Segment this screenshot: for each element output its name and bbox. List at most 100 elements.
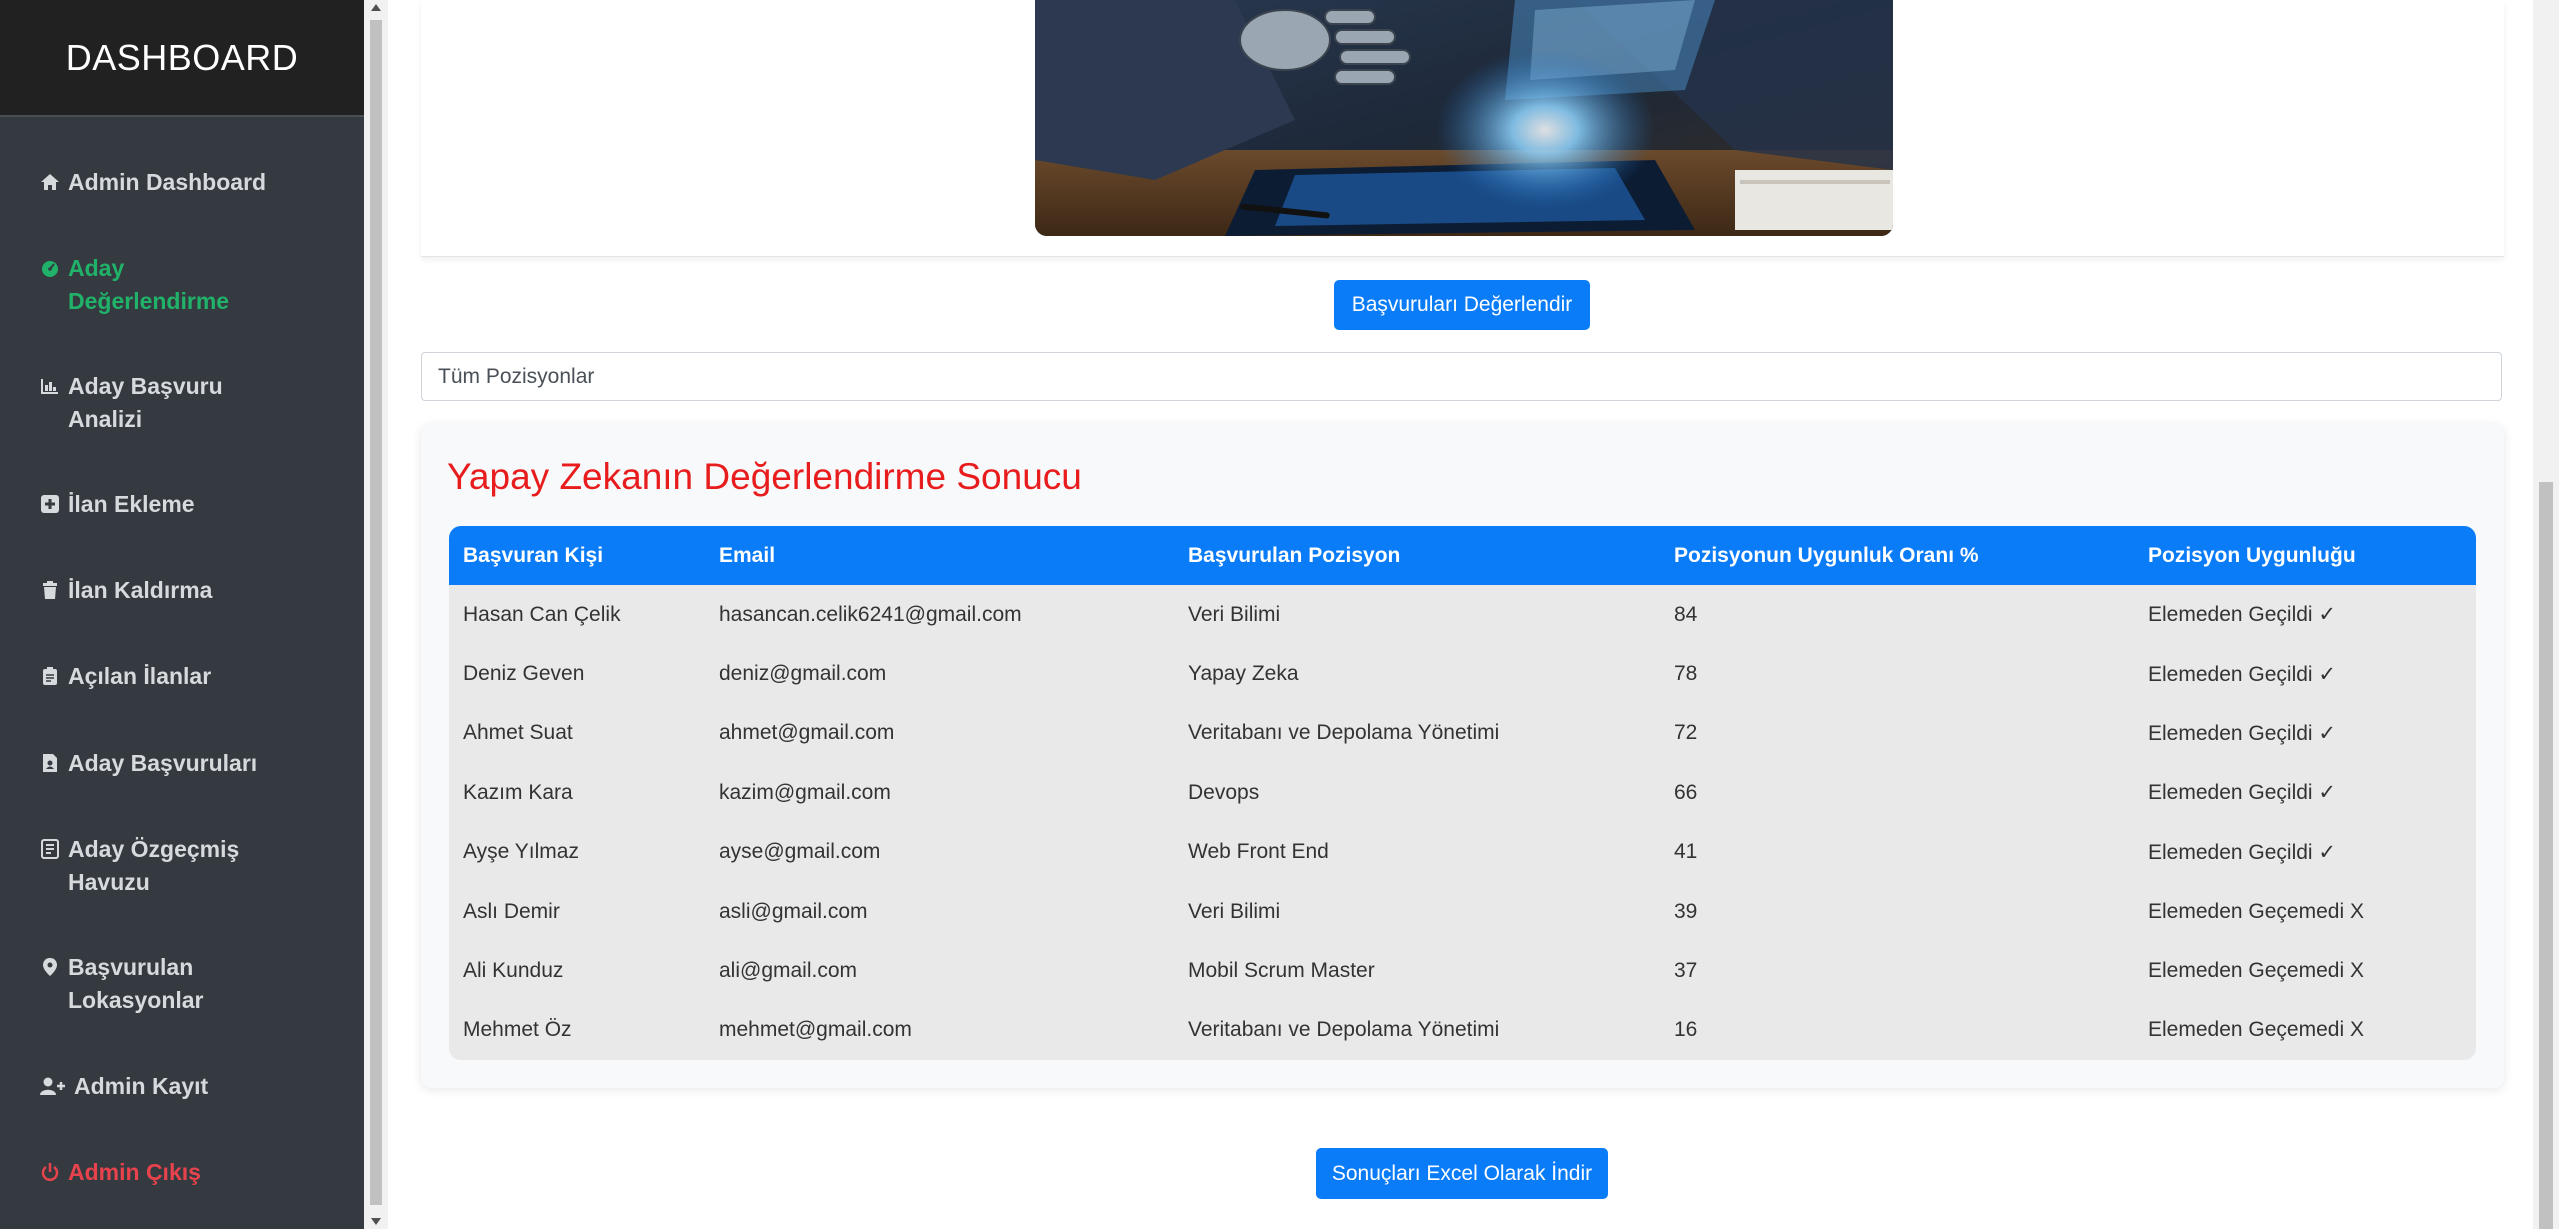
results-card: Yapay Zekanın Değerlendirme Sonucu Başvu… [421, 424, 2504, 1088]
results-title: Yapay Zekanın Değerlendirme Sonucu [447, 456, 1082, 497]
table-header-row: Başvuran Kişi Email Başvurulan Pozisyon … [449, 526, 2476, 585]
sidebar: DASHBOARD Admin Dashboard Aday Değerlend… [0, 0, 364, 1229]
applied-position: Veritabanı ve Depolama Yönetimi [1174, 703, 1660, 764]
sidebar-item-label: Admin Dashboard [68, 169, 267, 195]
fit-score: 66 [1660, 763, 2134, 823]
column-header: Başvurulan Pozisyon [1188, 543, 1401, 567]
applied-position: Yapay Zeka [1174, 644, 1660, 704]
table-row: Ahmet Suat ahmet@gmail.com Veritabanı ve… [449, 703, 2476, 764]
evaluate-applications-button[interactable]: Başvuruları Değerlendir [1334, 280, 1590, 330]
column-header: Pozisyon Uygunluğu [2148, 543, 2356, 567]
sidebar-item-label: Aday Değerlendirme [68, 255, 230, 314]
applicant-name: Mehmet Öz [449, 1000, 705, 1060]
sidebar-item-label: Admin Kayıt [74, 1073, 209, 1099]
applied-position: Veritabanı ve Depolama Yönetimi [1174, 1000, 1660, 1060]
applicant-email: deniz@gmail.com [705, 644, 1174, 704]
chart-bar-icon [40, 376, 60, 396]
applicant-name: Aslı Demir [449, 881, 705, 942]
fit-status: Elemeden Geçildi ✓ [2134, 585, 2476, 645]
plus-square-icon [40, 494, 60, 514]
fit-score: 41 [1660, 822, 2134, 882]
applicant-email: ahmet@gmail.com [705, 703, 1174, 764]
fit-score: 16 [1660, 1000, 2134, 1060]
sidebar-item-label: Açılan İlanlar [68, 663, 212, 689]
table-row: Kazım Kara kazim@gmail.com Devops 66 Ele… [449, 763, 2476, 823]
position-filter-select[interactable]: Tüm Pozisyonlar [421, 352, 2502, 401]
applied-position: Veri Bilimi [1174, 881, 1660, 942]
applicant-name: Ahmet Suat [449, 703, 705, 764]
fit-score: 37 [1660, 941, 2134, 1001]
scroll-down-arrow-icon[interactable] [371, 1218, 381, 1225]
sidebar-item-basvurulan-lokasyonlar[interactable]: Başvurulan Lokasyonlar [40, 951, 340, 1017]
column-header: Pozisyonun Uygunluk Oranı % [1674, 543, 1979, 567]
fit-status: Elemeden Geçildi ✓ [2134, 703, 2476, 764]
file-user-icon [40, 753, 60, 773]
document-icon [40, 839, 60, 859]
sidebar-item-label: İlan Ekleme [68, 491, 195, 517]
applicant-name: Hasan Can Çelik [449, 585, 705, 645]
applicant-email: kazim@gmail.com [705, 763, 1174, 823]
table-row: Ali Kunduz ali@gmail.com Mobil Scrum Mas… [449, 941, 2476, 1001]
table-row: Aslı Demir asli@gmail.com Veri Bilimi 39… [449, 881, 2476, 942]
table-row: Deniz Geven deniz@gmail.com Yapay Zeka 7… [449, 644, 2476, 704]
scroll-up-arrow-icon[interactable] [371, 4, 381, 11]
ai-robot-hero-image [1035, 0, 1893, 236]
sidebar-item-label: Aday Başvuruları [68, 750, 258, 776]
sidebar-item-aday-basvuru-analizi[interactable]: Aday Başvuru Analizi [40, 370, 340, 436]
trash-icon [40, 580, 60, 600]
scrollbar-thumb[interactable] [370, 20, 382, 1205]
home-icon [40, 172, 60, 192]
fit-score: 78 [1660, 644, 2134, 704]
applicant-name: Kazım Kara [449, 763, 705, 823]
sidebar-item-acilan-ilanlar[interactable]: Açılan İlanlar [40, 660, 340, 693]
fit-status: Elemeden Geçildi ✓ [2134, 644, 2476, 704]
map-pin-icon [40, 957, 60, 977]
applicant-email: mehmet@gmail.com [705, 1000, 1174, 1060]
applied-position: Web Front End [1174, 822, 1660, 882]
table-row: Hasan Can Çelik hasancan.celik6241@gmail… [449, 585, 2476, 645]
sidebar-item-label: Başvurulan Lokasyonlar [68, 954, 204, 1013]
sidebar-item-label: Aday Başvuru Analizi [68, 373, 223, 432]
sidebar-item-label: Admin Çıkış [68, 1159, 201, 1185]
fit-score: 84 [1660, 585, 2134, 645]
user-plus-icon [40, 1076, 66, 1096]
fit-status: Elemeden Geçemedi X [2134, 941, 2476, 1001]
fit-status: Elemeden Geçildi ✓ [2134, 763, 2476, 823]
sidebar-title: DASHBOARD [0, 0, 364, 117]
clipboard-icon [40, 666, 60, 686]
applicant-name: Deniz Geven [449, 644, 705, 704]
table-row: Ayşe Yılmaz ayse@gmail.com Web Front End… [449, 822, 2476, 882]
page-scrollbar[interactable] [2533, 0, 2559, 1229]
hero-card [421, 0, 2504, 257]
sidebar-item-label: İlan Kaldırma [68, 577, 213, 603]
column-header: Email [719, 543, 776, 567]
sidebar-scrollbar[interactable] [364, 0, 388, 1229]
applicant-email: ayse@gmail.com [705, 822, 1174, 882]
fit-score: 39 [1660, 881, 2134, 942]
sidebar-item-aday-basvurulari[interactable]: Aday Başvuruları [40, 747, 340, 780]
sidebar-item-admin-dashboard[interactable]: Admin Dashboard [40, 166, 340, 199]
download-excel-button[interactable]: Sonuçları Excel Olarak İndir [1316, 1148, 1608, 1199]
sidebar-item-label: Aday Özgeçmiş Havuzu [68, 836, 240, 895]
fit-status: Elemeden Geçemedi X [2134, 1000, 2476, 1060]
scrollbar-thumb[interactable] [2539, 482, 2553, 1229]
sidebar-item-aday-degerlendirme[interactable]: Aday Değerlendirme [40, 252, 340, 318]
column-header: Başvuran Kişi [463, 543, 604, 567]
applied-position: Mobil Scrum Master [1174, 941, 1660, 1001]
table-row: Mehmet Öz mehmet@gmail.com Veritabanı ve… [449, 1000, 2476, 1060]
sidebar-item-aday-ozgecmis-havuzu[interactable]: Aday Özgeçmiş Havuzu [40, 833, 340, 899]
results-table-container: Başvuran Kişi Email Başvurulan Pozisyon … [449, 526, 2476, 1060]
sidebar-item-ilan-ekleme[interactable]: İlan Ekleme [40, 488, 340, 521]
applied-position: Veri Bilimi [1174, 585, 1660, 645]
gauge-icon [40, 258, 60, 278]
sidebar-item-admin-cikis[interactable]: Admin Çıkış [40, 1156, 340, 1189]
fit-status: Elemeden Geçildi ✓ [2134, 822, 2476, 882]
applicant-email: hasancan.celik6241@gmail.com [705, 585, 1174, 645]
applicant-email: ali@gmail.com [705, 941, 1174, 1001]
results-table: Başvuran Kişi Email Başvurulan Pozisyon … [449, 526, 2476, 1060]
fit-status: Elemeden Geçemedi X [2134, 881, 2476, 942]
fit-score: 72 [1660, 703, 2134, 764]
power-icon [40, 1162, 60, 1182]
sidebar-item-admin-kayit[interactable]: Admin Kayıt [40, 1070, 340, 1103]
sidebar-item-ilan-kaldirma[interactable]: İlan Kaldırma [40, 574, 340, 607]
